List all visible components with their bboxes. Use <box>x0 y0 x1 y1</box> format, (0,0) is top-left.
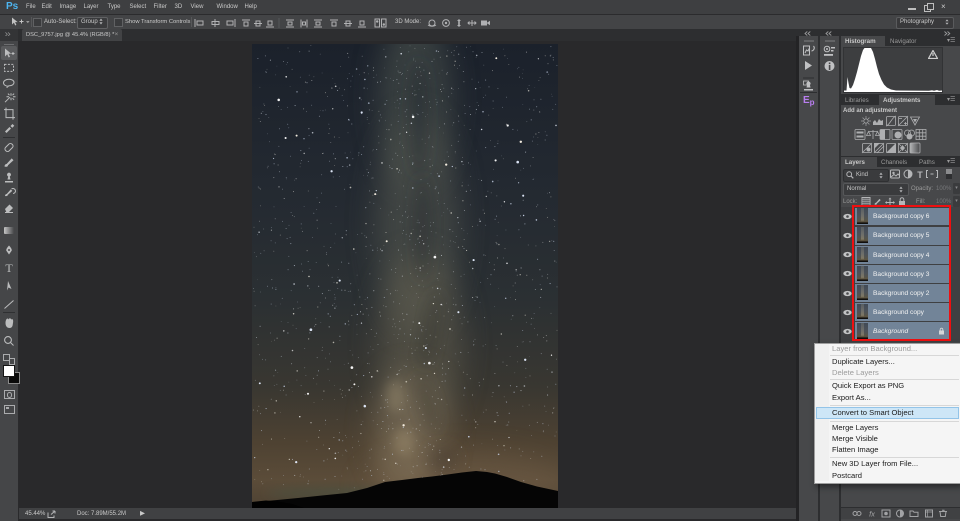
svg-text:fx: fx <box>869 510 875 519</box>
